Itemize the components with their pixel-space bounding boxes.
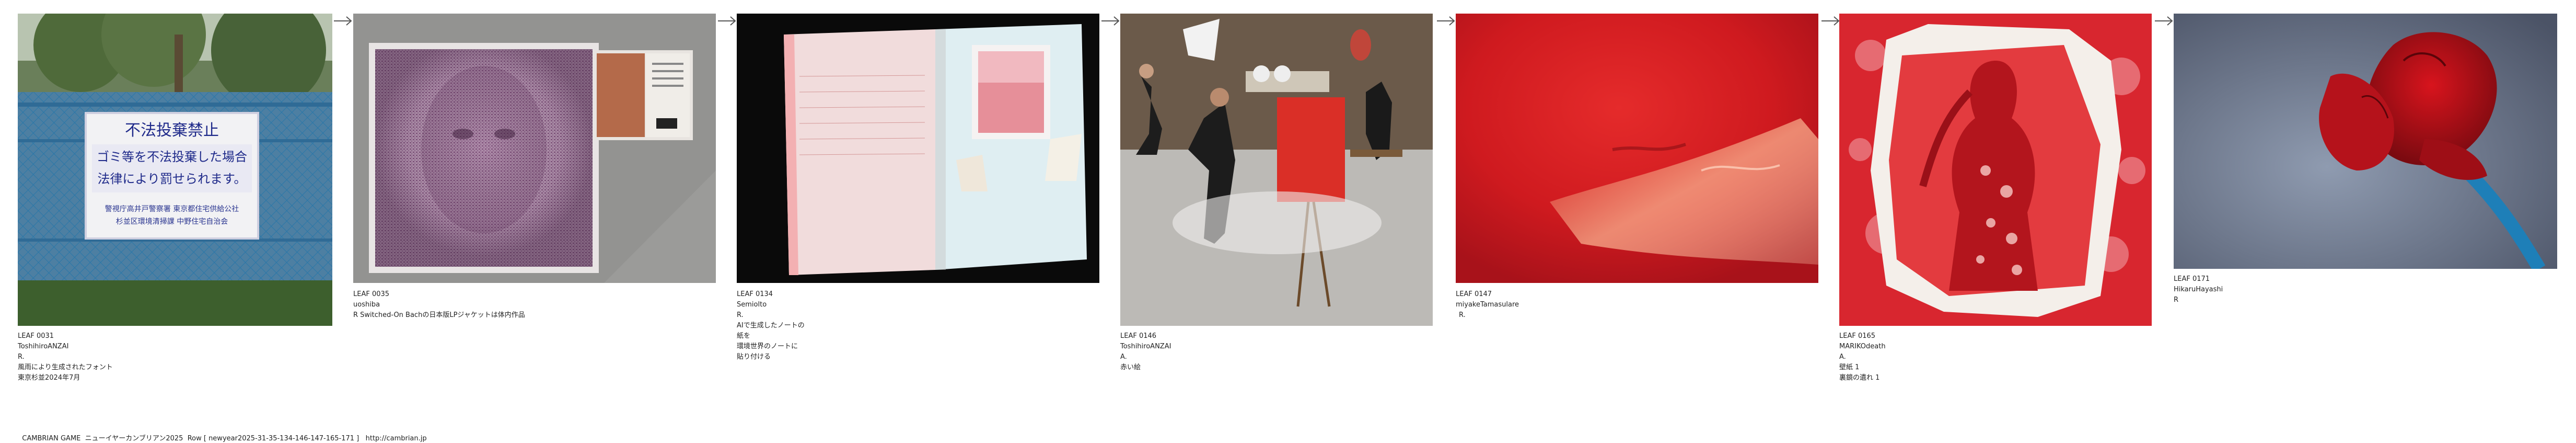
leaf-line: 東京杉並2024年7月 (18, 374, 80, 382)
leaf-line: R (2174, 296, 2179, 304)
leaf-0171-caption: LEAF 0171 HikaruHayashi R (2174, 274, 2223, 305)
leaf-line: R Switched-On Bachの日本版LPジャケットは体内作品 (353, 311, 525, 319)
leaf-0147-caption: LEAF 0147 miyakeTamasulare R. (1456, 289, 1519, 321)
leaf-author: MARIKOdeath (1839, 343, 1886, 350)
leaf-line: 貼り付ける (737, 353, 771, 361)
leaf-line: 裏鏡の遺れ 1 (1839, 374, 1880, 382)
leaf-line: R. (737, 311, 744, 319)
leaf-0171-image[interactable] (2174, 14, 2557, 269)
leaf-id: LEAF 0165 (1839, 332, 1876, 340)
leaf-line: R. (18, 353, 25, 361)
leaf-id: LEAF 0035 (353, 290, 390, 298)
footer-link[interactable]: http://cambrian.jp (366, 435, 427, 442)
leaf-author: HikaruHayashi (2174, 286, 2223, 293)
leaf-author: ToshihiroANZAI (1120, 343, 1171, 350)
leaf-0031-image[interactable]: 不法投棄禁止 ゴミ等を不法投棄した場合 法律により罰せられます。 警視庁高井戸警… (18, 14, 332, 326)
leaf-line: AIで生成したノートの (737, 322, 805, 330)
arrow-right-icon (2155, 16, 2173, 26)
leaf-0031-caption: LEAF 0031 ToshihiroANZAI R. 風雨により生成されたフォ… (18, 331, 113, 383)
leaf-line: A. (1120, 353, 1127, 361)
arrow-right-icon (1101, 16, 1120, 26)
leaf-author: ToshihiroANZAI (18, 343, 69, 350)
leaf-0134-caption: LEAF 0134 Semiolto R. AIで生成したノートの 紙を 環境世… (737, 289, 805, 362)
leaf-line: 風雨により生成されたフォント (18, 364, 113, 371)
leaf-0165-caption: LEAF 0165 MARIKOdeath A. 壁紙 1 裏鏡の遺れ 1 (1839, 331, 1886, 383)
leaf-0134-image[interactable] (737, 14, 1099, 283)
leaf-0165-image[interactable] (1839, 14, 2152, 326)
sign-line-1: 不法投棄禁止 (125, 121, 219, 140)
leaf-id: LEAF 0031 (18, 332, 54, 340)
leaf-0035-caption: LEAF 0035 uoshiba R Switched-On Bachの日本版… (353, 289, 525, 321)
footer-text: CAMBRIAN GAME ニューイヤーカンブリアン2025 Row [ new… (22, 435, 366, 442)
leaf-line: R. (1459, 311, 1466, 319)
leaf-0035-image[interactable] (353, 14, 716, 283)
leaf-author: Semiolto (737, 301, 767, 309)
leaf-0146-caption: LEAF 0146 ToshihiroANZAI A. 赤い絵 (1120, 331, 1171, 373)
arrow-right-icon (718, 16, 736, 26)
sign-line-5: 杉並区環境清掃課 中野住宅自治会 (116, 217, 228, 226)
leaf-line: A. (1839, 353, 1846, 361)
leaf-id: LEAF 0134 (737, 290, 773, 298)
sign-line-2: ゴミ等を不法投棄した場合 (97, 150, 247, 164)
leaf-author: uoshiba (353, 301, 380, 309)
arrow-right-icon (1437, 16, 1455, 26)
leaf-line: 赤い絵 (1120, 364, 1141, 371)
sign-line-3: 法律により罰せられます。 (97, 172, 246, 186)
footer: CAMBRIAN GAME ニューイヤーカンブリアン2025 Row [ new… (18, 425, 427, 442)
arrow-right-icon (334, 16, 352, 26)
leaf-id: LEAF 0171 (2174, 275, 2210, 283)
arrow-right-icon (1821, 16, 1840, 26)
leaf-id: LEAF 0146 (1120, 332, 1157, 340)
leaf-author: miyakeTamasulare (1456, 301, 1519, 309)
sign-line-4: 警視庁高井戸警察署 東京都住宅供給公社 (105, 205, 239, 213)
leaf-line: 紙を (737, 332, 751, 340)
leaf-line: 環境世界のノートに (737, 343, 798, 350)
leaf-0147-image[interactable] (1456, 14, 1818, 283)
leaf-id: LEAF 0147 (1456, 290, 1492, 298)
leaf-line: 壁紙 1 (1839, 364, 1860, 371)
leaf-0146-image[interactable] (1120, 14, 1433, 326)
